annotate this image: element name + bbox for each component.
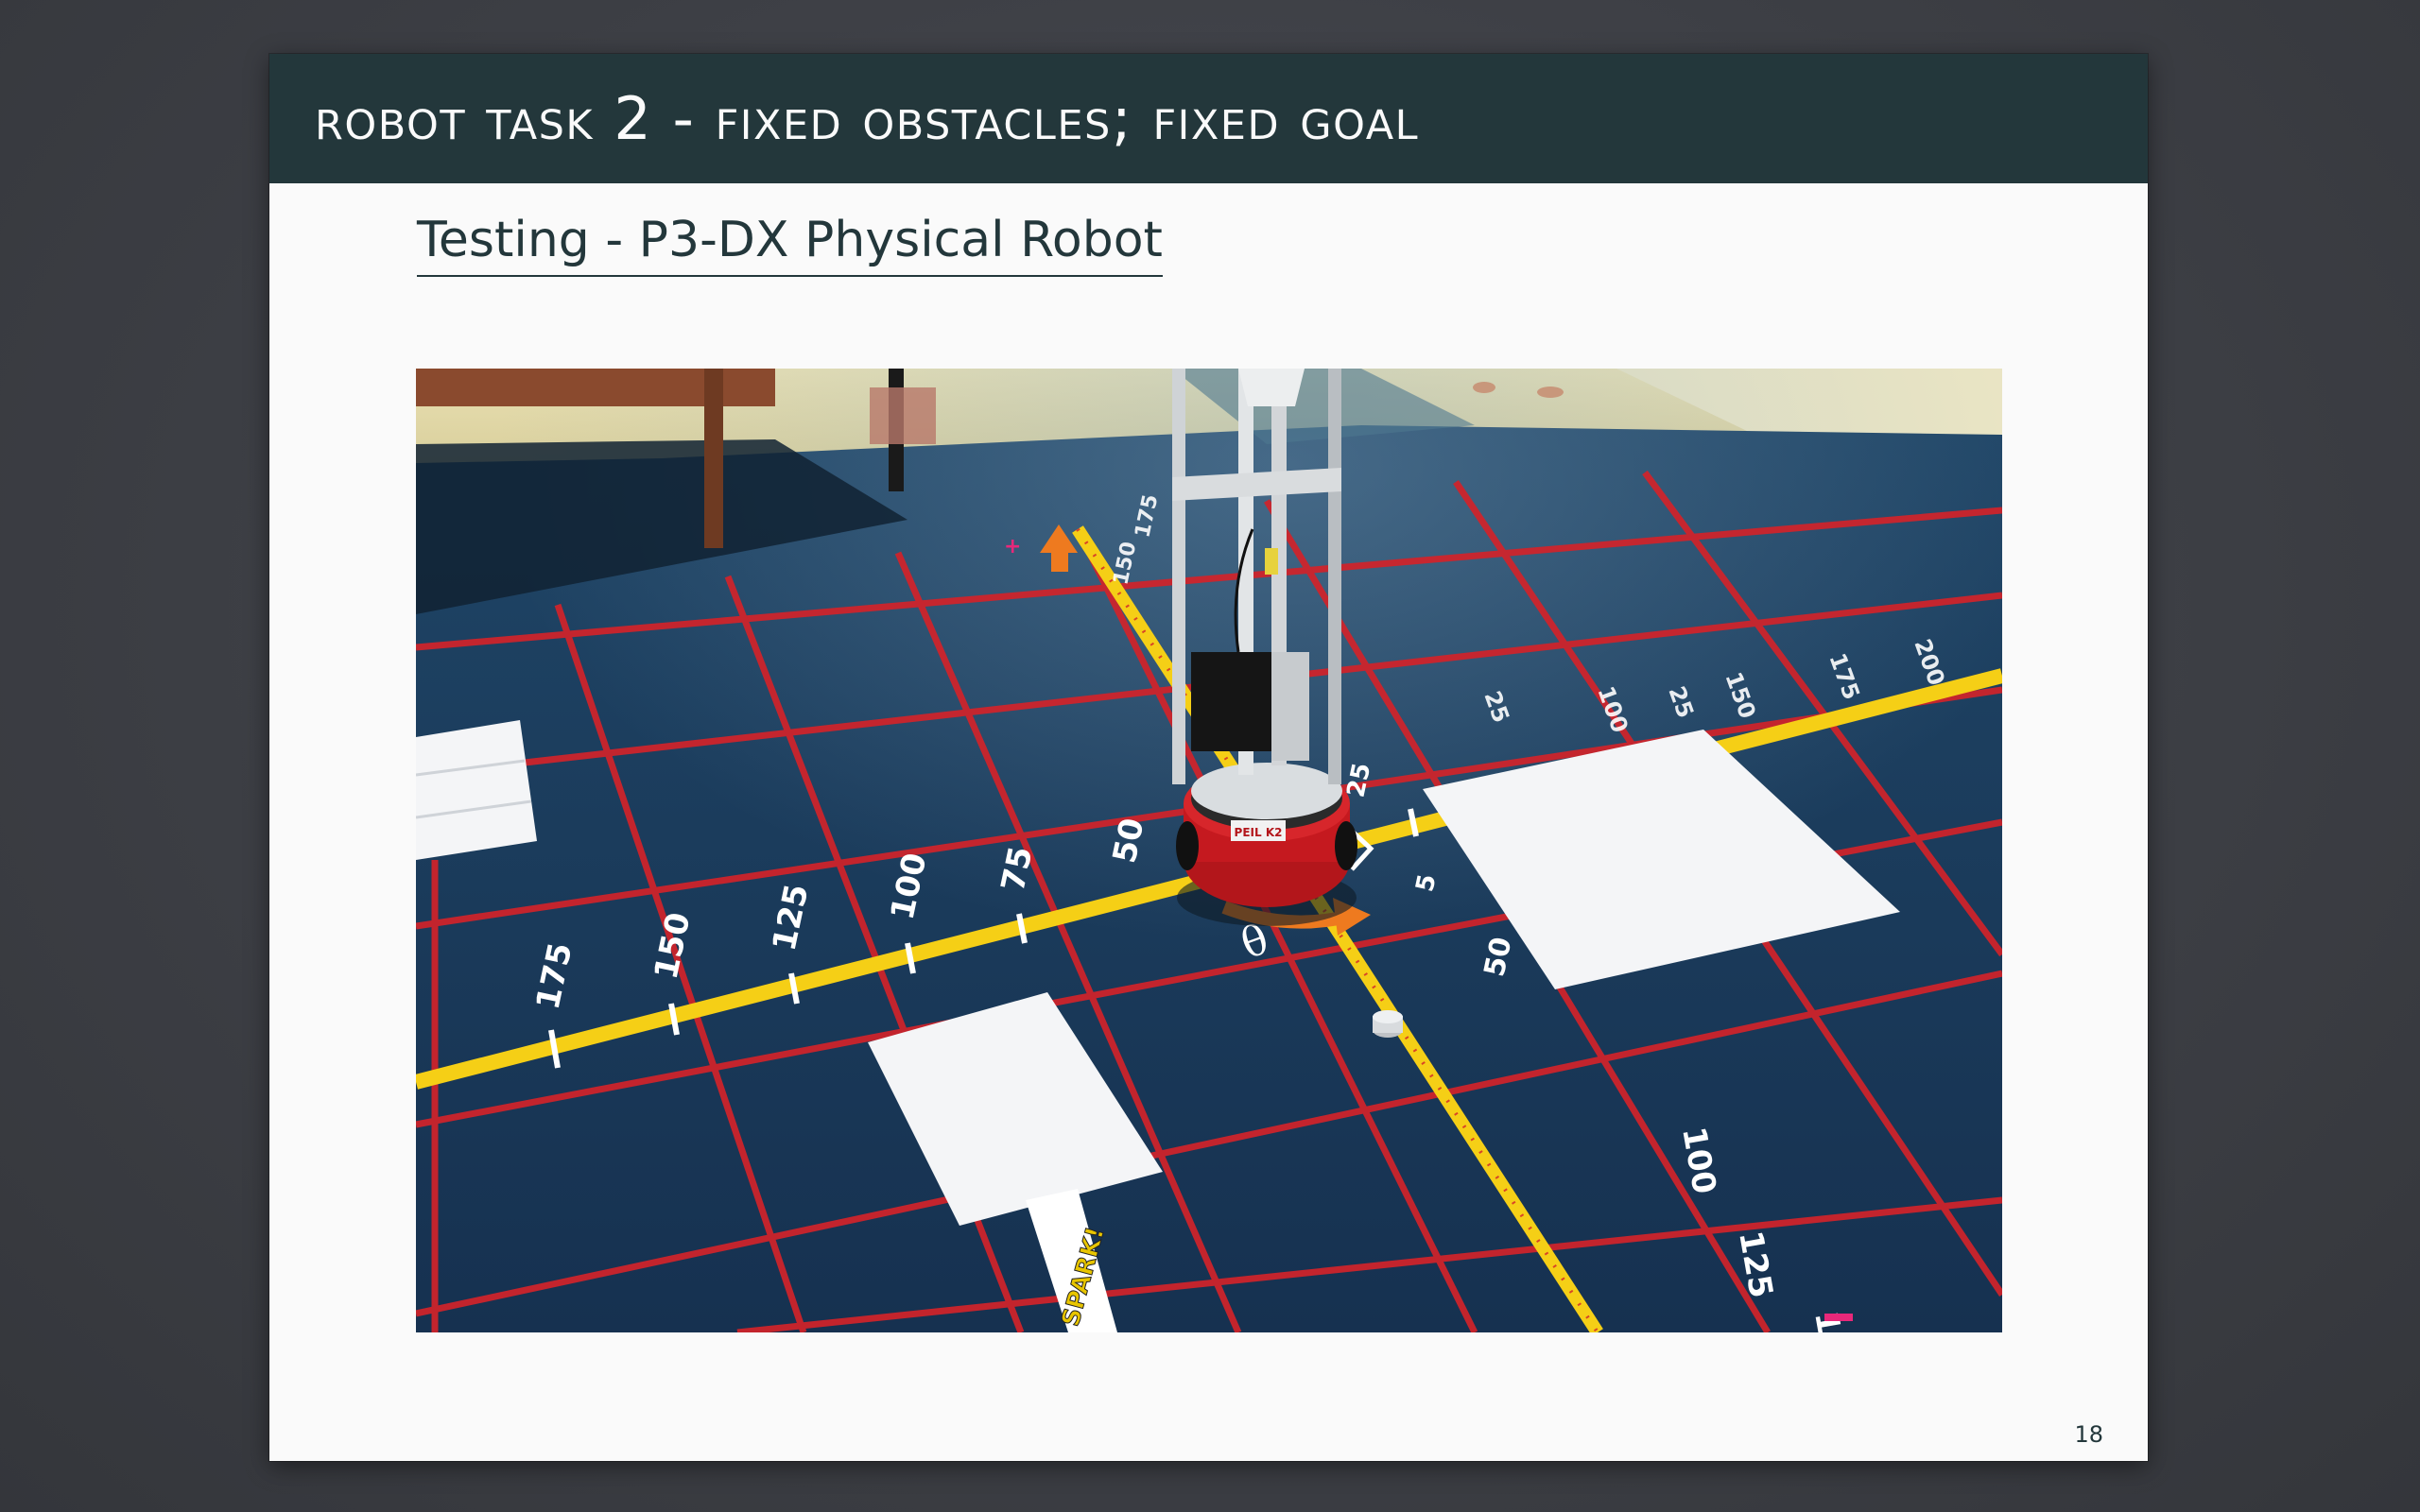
- svg-text:+: +: [1004, 535, 1021, 558]
- robot-label: PEIL K2: [1235, 826, 1283, 839]
- frame-title-bar: Robot task 2 - fixed obstacles; fixed go…: [269, 54, 2148, 183]
- person-foot: [1537, 387, 1564, 398]
- robot-test-photo-drawing: 175 150 125 100 75 50 25 5 50 100 125 15…: [416, 369, 2002, 1332]
- page-number: 18: [2074, 1421, 2103, 1448]
- presentation-viewer: Robot task 2 - fixed obstacles; fixed go…: [0, 0, 2420, 1512]
- slide: Robot task 2 - fixed obstacles; fixed go…: [269, 54, 2148, 1461]
- slide-subtitle: Testing - P3-DX Physical Robot: [417, 212, 1163, 277]
- slide-title: Robot task 2 - fixed obstacles; fixed go…: [315, 84, 1420, 153]
- paper-obstacle: [416, 720, 537, 860]
- person-foot: [1473, 382, 1495, 393]
- box: [870, 387, 936, 444]
- robot-test-photo: 175 150 125 100 75 50 25 5 50 100 125 15…: [416, 369, 2002, 1332]
- table-leg: [704, 369, 723, 548]
